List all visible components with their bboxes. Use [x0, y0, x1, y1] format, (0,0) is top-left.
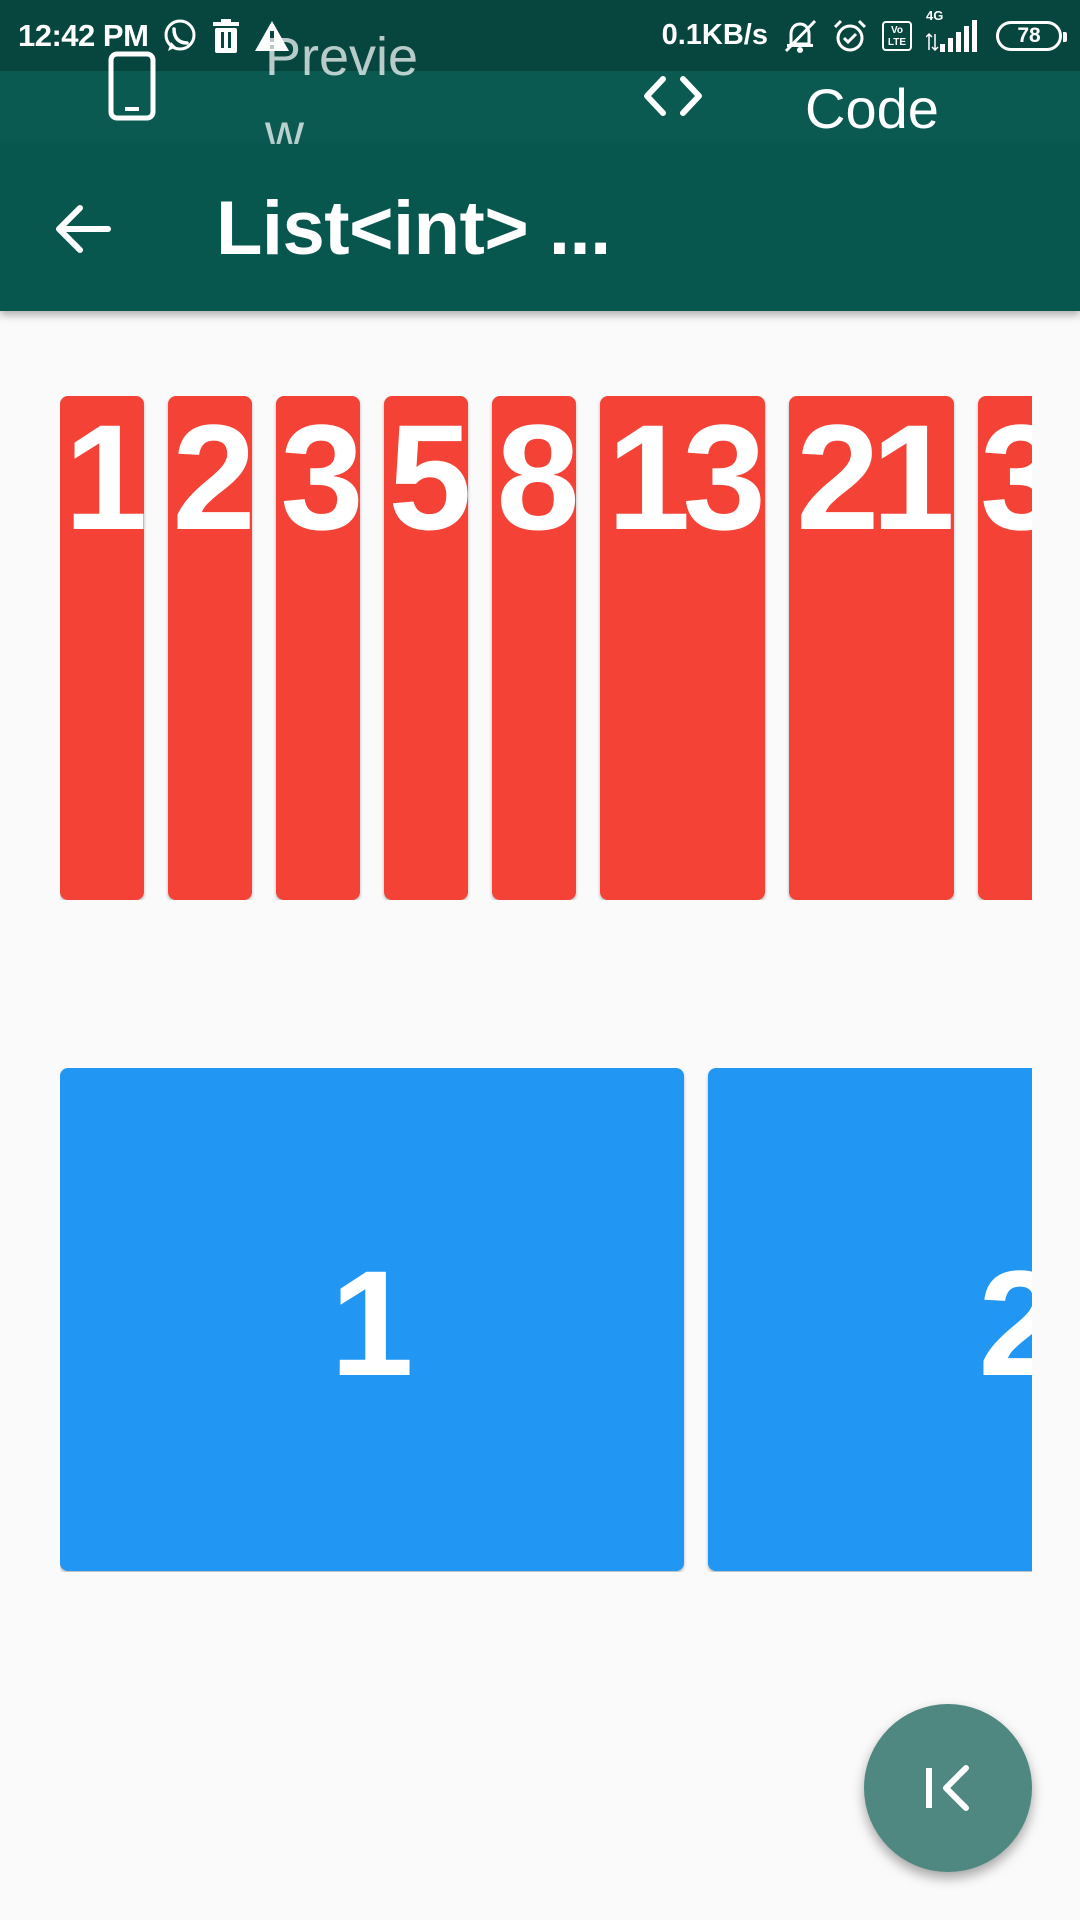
red-list-item[interactable]: 1 [60, 396, 144, 900]
network-type: 4G [926, 7, 944, 23]
red-list-item[interactable]: 21 [789, 396, 954, 900]
red-list-item[interactable]: 3 [978, 396, 1032, 900]
red-item-number: 3 [280, 396, 360, 561]
status-bar-left: 12:42 PM [18, 18, 290, 54]
red-list-item[interactable]: 13 [600, 396, 765, 900]
code-icon[interactable] [641, 71, 705, 126]
battery-icon: 78 [996, 20, 1067, 51]
red-list-item[interactable]: 8 [492, 396, 576, 900]
screen: 12:42 PM 0.1KB/s Vo LTE 4G 78 Previe w C… [0, 0, 1080, 1920]
status-bar-right: 0.1KB/s Vo LTE 4G 78 [661, 8, 1067, 54]
red-item-number: 2 [172, 396, 252, 561]
whatsapp-icon [162, 18, 198, 54]
volte-icon: Vo LTE [882, 20, 912, 51]
blue-list-item[interactable]: 1 [60, 1068, 684, 1571]
red-list-item[interactable]: 5 [384, 396, 468, 900]
battery-level: 78 [1017, 23, 1041, 47]
red-item-number: 8 [496, 396, 576, 561]
red-horizontal-list[interactable]: 1 2 3 5 8 13 21 3 [60, 396, 1032, 900]
arrow-back-icon [56, 205, 111, 253]
phone-icon[interactable] [108, 51, 156, 126]
red-item-number: 1 [64, 396, 144, 561]
red-list-item[interactable]: 3 [276, 396, 360, 900]
signal-icon: 4G [926, 8, 982, 52]
back-button[interactable] [50, 196, 116, 262]
mute-icon [782, 18, 818, 54]
red-item-number: 21 [796, 396, 954, 561]
preview-code-tabs: Previe w Code [0, 27, 1080, 163]
red-item-number: 5 [388, 396, 468, 561]
red-list-item[interactable]: 2 [168, 396, 252, 900]
net-speed: 0.1KB/s [661, 19, 768, 51]
trash-icon [212, 18, 240, 53]
blue-item-number: 2 [978, 1239, 1032, 1407]
status-bar: 12:42 PM 0.1KB/s Vo LTE 4G 78 [0, 0, 1080, 71]
blue-item-number: 1 [330, 1239, 414, 1407]
page-title: List<int> ... [216, 186, 611, 271]
app-bar: List<int> ... [0, 144, 1080, 311]
first-page-icon [926, 1765, 969, 1811]
red-item-number: 3 [980, 396, 1032, 561]
status-time: 12:42 PM [18, 17, 149, 53]
scroll-to-start-button[interactable] [864, 1704, 1032, 1872]
blue-list-item[interactable]: 2 [708, 1068, 1032, 1571]
tab-code[interactable]: Code [805, 71, 939, 147]
blue-horizontal-list[interactable]: 1 2 [60, 1068, 1032, 1572]
alarm-icon [832, 18, 868, 54]
red-item-number: 13 [607, 396, 765, 561]
